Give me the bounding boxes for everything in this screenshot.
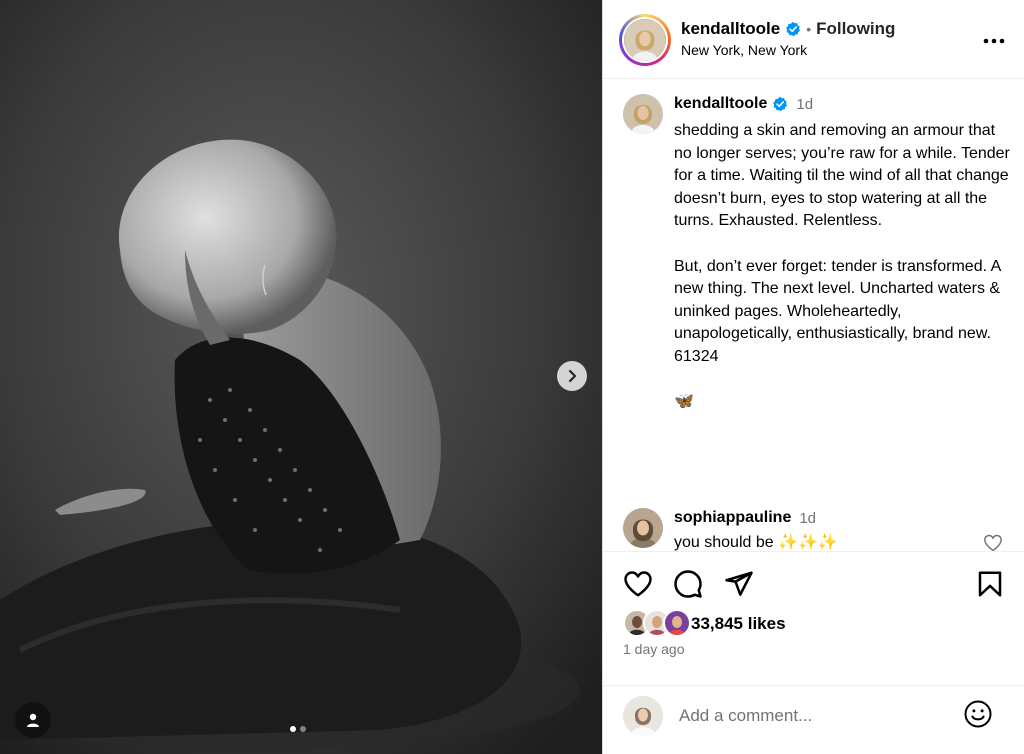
caption-text: shedding a skin and removing an armour t…: [674, 122, 1010, 411]
like-count[interactable]: 33,845 likes: [691, 614, 786, 634]
comment-header: sophiappauline 1d: [674, 509, 816, 527]
bookmark-icon: [978, 571, 1002, 597]
post-location[interactable]: New York, New York: [681, 42, 807, 58]
comment-input[interactable]: [679, 701, 949, 731]
author-username[interactable]: kendalltoole: [681, 19, 780, 39]
verified-badge-icon: [773, 96, 788, 112]
author-line: kendalltoole • Following: [681, 19, 895, 39]
post-photo[interactable]: [0, 0, 602, 754]
commenter-avatar[interactable]: [623, 508, 663, 548]
author-avatar[interactable]: [619, 14, 671, 66]
comment-time[interactable]: 1d: [799, 510, 816, 527]
more-horizontal-icon: [983, 38, 1005, 44]
post-header: kendalltoole • Following New York, New Y…: [603, 0, 1024, 79]
share-icon: [725, 571, 753, 596]
carousel-dot-active: [290, 726, 296, 732]
person-icon: [27, 713, 39, 727]
post-media[interactable]: [0, 0, 602, 754]
more-options-button[interactable]: [983, 30, 1005, 44]
comments-section[interactable]: kendalltoole 1d shedding a skin and remo…: [603, 79, 1024, 551]
chevron-right-icon: [568, 369, 577, 383]
caption-time[interactable]: 1d: [796, 96, 813, 113]
comment-icon: [674, 570, 702, 598]
current-user-avatar[interactable]: [623, 696, 663, 736]
liked-by-avatars[interactable]: [623, 609, 691, 637]
smiley-icon: [964, 700, 992, 728]
comment-username[interactable]: sophiappauline: [674, 509, 791, 527]
like-button[interactable]: [623, 569, 653, 599]
comment-text: you should be ✨✨✨: [674, 534, 838, 551]
add-comment-bar: [603, 685, 1024, 754]
carousel-dot: [300, 726, 306, 732]
liker-avatar[interactable]: [663, 609, 691, 637]
caption-username[interactable]: kendalltoole: [674, 95, 767, 113]
share-button[interactable]: [724, 569, 754, 599]
heart-icon: [984, 534, 1002, 551]
separator-dot: •: [806, 21, 812, 37]
caption-header: kendalltoole 1d: [674, 95, 813, 113]
save-button[interactable]: [975, 569, 1005, 599]
post-timestamp[interactable]: 1 day ago: [623, 641, 685, 657]
following-button[interactable]: Following: [816, 19, 895, 39]
comment-button[interactable]: [673, 569, 703, 599]
verified-badge-icon: [786, 21, 801, 37]
post-side-panel: kendalltoole • Following New York, New Y…: [602, 0, 1024, 754]
emoji-picker-button[interactable]: [963, 699, 995, 731]
comment-like-button[interactable]: [983, 534, 1003, 551]
caption-author-avatar[interactable]: [623, 94, 663, 134]
carousel-indicator: [290, 726, 306, 732]
heart-icon: [624, 571, 652, 597]
carousel-next-button[interactable]: [557, 361, 587, 391]
tagged-users-button[interactable]: [15, 702, 51, 738]
post-actions: 33,845 likes 1 day ago: [603, 551, 1024, 685]
